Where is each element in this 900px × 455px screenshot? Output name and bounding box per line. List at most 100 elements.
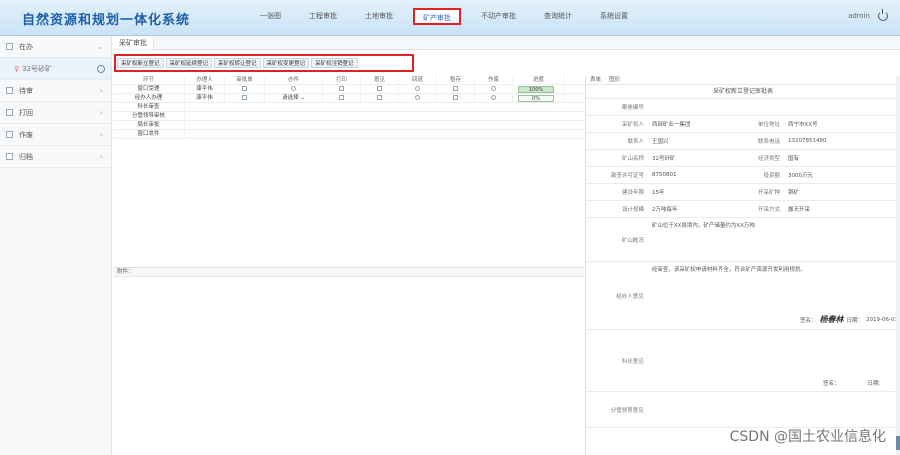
date-label: 日期： <box>846 317 864 324</box>
field-value[interactable]: 15年 <box>648 184 722 200</box>
approval-form: 表单 图形 采矿权新立登记审批表 案卷编号 采矿权人 西部矿业一集团 单位地址 … <box>585 76 900 455</box>
opinion-cell <box>361 85 399 93</box>
username[interactable]: admin <box>848 12 870 20</box>
subtab-renewal-registration[interactable]: 采矿权延续登记 <box>165 58 213 68</box>
subtab-cancel-registration[interactable]: 采矿权注销登记 <box>311 58 358 68</box>
field-value[interactable]: 国有 <box>784 150 858 166</box>
cancel-icon[interactable] <box>491 95 496 100</box>
chevron-right-icon: › <box>99 86 103 95</box>
form-title: 采矿权新立登记审批表 <box>586 85 900 99</box>
table-row: 分管领导审核 <box>113 112 584 121</box>
cancel-icon[interactable] <box>491 86 496 91</box>
save-cell <box>437 85 475 93</box>
nav-query-stats[interactable]: 查询统计 <box>536 8 580 25</box>
nav-mineral-approval[interactable]: 矿产审批 <box>413 8 461 25</box>
signature: 杨春林 <box>819 314 844 324</box>
nav-project-approval[interactable]: 工程审批 <box>301 8 345 25</box>
tab-graphics[interactable]: 图形 <box>605 76 624 84</box>
folder-icon <box>6 87 13 94</box>
app-header: 自然资源和规划一体化系统 一张图 工程审批 土地审批 矿产审批 不动产审批 查询… <box>0 0 900 36</box>
process-cell: 请选择 ⌄ <box>265 94 323 102</box>
tab-form[interactable]: 表单 <box>586 76 605 84</box>
field-value[interactable]: 铜矿 <box>784 184 858 200</box>
handler-name: 康平伟 <box>185 85 225 93</box>
void-cell <box>475 94 513 102</box>
field-value[interactable]: 王国兴 <box>648 133 722 149</box>
chevron-right-icon: › <box>99 108 103 117</box>
form-row: 勘查许可证号 8750801 投资额 3000万元 <box>586 167 900 184</box>
sidebar-item-sand-mine[interactable]: ♀ 32号砂矿 <box>0 58 111 80</box>
action-select[interactable]: 请选择 <box>282 95 299 101</box>
field-value[interactable]: 露天开采 <box>784 201 858 217</box>
form-cell <box>225 85 265 93</box>
info-icon <box>97 64 105 73</box>
field-label: 设计规模 <box>621 207 644 213</box>
form-row: 设计规模 2万吨每年 开采方式 露天开采 <box>586 201 900 218</box>
comment-icon[interactable] <box>377 86 382 91</box>
sidebar-item-voided[interactable]: 作废 › <box>0 124 111 146</box>
nav-realty-approval[interactable]: 不动产审批 <box>473 8 524 25</box>
sidebar-item-pending[interactable]: 待审 › <box>0 80 111 102</box>
field-label: 矿山名称 <box>621 156 644 162</box>
field-value[interactable]: 3000万元 <box>784 167 858 183</box>
edit-icon[interactable] <box>453 86 458 91</box>
subtab-transfer-registration[interactable]: 采矿权转让登记 <box>214 58 261 68</box>
form-row: 矿山名称 32号砂矿 经济类型 国有 <box>586 150 900 167</box>
field-value[interactable]: 2万吨每年 <box>648 201 722 217</box>
rollback-icon[interactable] <box>415 86 420 91</box>
nav-system-settings[interactable]: 系统设置 <box>592 8 636 25</box>
document-icon[interactable] <box>242 95 247 100</box>
opinion-text[interactable] <box>648 392 900 427</box>
chevron-right-icon: › <box>99 130 103 139</box>
user-icon[interactable] <box>291 86 296 91</box>
col-progress: 进度 <box>513 76 565 84</box>
col-opinion: 意见 <box>361 76 399 84</box>
date-value: 2019-06-01 <box>866 316 898 323</box>
folder-icon <box>6 43 13 50</box>
rollback-cell <box>399 94 437 102</box>
edit-icon[interactable] <box>453 95 458 100</box>
main-panel: 采矿审批 采矿权新立登记 采矿权延续登记 采矿权转让登记 采矿权变更登记 采矿权… <box>113 36 900 455</box>
rollback-icon[interactable] <box>415 95 420 100</box>
sidebar-item-returned[interactable]: 打回 › <box>0 102 111 124</box>
folder-icon <box>6 131 13 138</box>
opinion-cell <box>361 94 399 102</box>
field-value[interactable]: 矿山位于XX县境内，矿产储量约为XX万吨 <box>648 218 900 261</box>
void-cell <box>475 85 513 93</box>
nav-land-approval[interactable]: 土地审批 <box>357 8 401 25</box>
sidebar: 在办 ⌄ ♀ 32号砂矿 待审 › 打回 › 作废 › 归档 › <box>0 36 112 455</box>
subtab-new-registration[interactable]: 采矿权新立登记 <box>117 58 164 68</box>
handler-name: 康平伟 <box>185 94 225 102</box>
field-label: 投资额 <box>763 173 780 179</box>
scrollbar-thumb[interactable] <box>896 436 900 450</box>
field-value[interactable]: 13207851480 <box>784 133 858 149</box>
field-value[interactable]: 8750801 <box>648 167 722 183</box>
field-label: 经济类型 <box>757 156 780 162</box>
subtab-bar: 采矿权新立登记 采矿权延续登记 采矿权转让登记 采矿权变更登记 采矿权注销登记 <box>117 58 360 68</box>
col-step: 环节 <box>113 76 185 84</box>
print-icon[interactable] <box>339 86 344 91</box>
main-tab-strip: 采矿审批 <box>113 36 900 50</box>
field-label: 单位地址 <box>757 122 780 128</box>
step-name: 经办人办理 <box>113 94 185 102</box>
app-title: 自然资源和规划一体化系统 <box>22 13 191 28</box>
print-icon[interactable] <box>339 95 344 100</box>
sidebar-item-in-progress[interactable]: 在办 ⌄ <box>0 36 111 58</box>
document-icon[interactable] <box>242 86 247 91</box>
rollback-cell <box>399 85 437 93</box>
field-value[interactable] <box>648 99 900 115</box>
field-value[interactable]: 32号砂矿 <box>648 150 722 166</box>
step-name: 科长审查 <box>113 103 185 111</box>
tab-mineral-approval[interactable]: 采矿审批 <box>113 36 154 50</box>
step-name: 窗口发件 <box>113 130 185 138</box>
form-scrollbar[interactable] <box>896 76 900 455</box>
subtab-change-registration[interactable]: 采矿权变更登记 <box>262 58 310 68</box>
nav-map[interactable]: 一张图 <box>252 8 289 25</box>
power-icon[interactable] <box>878 9 888 21</box>
field-value[interactable]: 西部矿业一集团 <box>648 116 722 132</box>
signature-block: 签名： 日期： <box>823 379 884 387</box>
comment-icon[interactable] <box>377 95 382 100</box>
field-value[interactable]: 西宁市XX号 <box>784 116 858 132</box>
sidebar-item-archived[interactable]: 归档 › <box>0 146 111 168</box>
col-form: 审批单 <box>225 76 265 84</box>
